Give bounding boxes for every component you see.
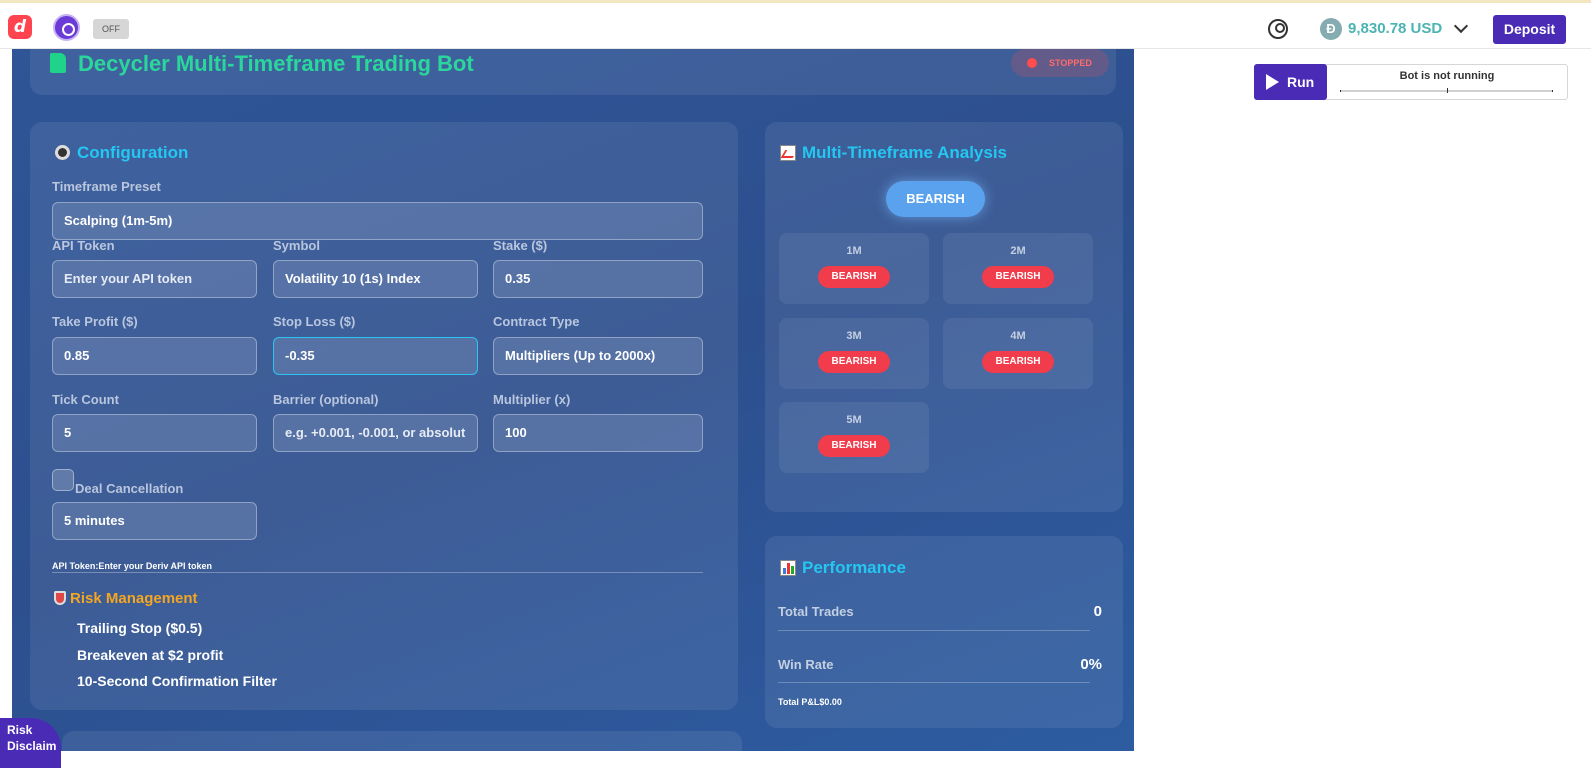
timeframe-card-2m: 2M BEARISH [943, 233, 1093, 304]
timeframe-label: 1M [846, 245, 862, 257]
tick-count-label: Tick Count [52, 392, 119, 407]
contract-type-select[interactable]: Multipliers (Up to 2000x) [493, 337, 703, 375]
api-token-input[interactable]: Enter your API token [52, 260, 257, 298]
bot-main-panel: Decycler Multi-Timeframe Trading Bot STO… [12, 49, 1134, 751]
multiplier-input[interactable]: 100 [493, 414, 703, 452]
symbol-select[interactable]: Volatility 10 (1s) Index [273, 260, 478, 298]
status-badge: STOPPED [1011, 49, 1109, 77]
timeframe-signal-badge: BEARISH [982, 266, 1054, 288]
timeframe-label: 3M [846, 330, 862, 342]
timeframe-card-5m: 5M BEARISH [779, 402, 929, 473]
bar-chart-icon [780, 560, 796, 576]
risk-item-confirmation-filter: 10-Second Confirmation Filter [77, 673, 277, 689]
chevron-down-icon[interactable] [1453, 18, 1469, 34]
timeframe-signal-badge: BEARISH [818, 266, 890, 288]
multiplier-label: Multiplier (x) [493, 392, 571, 407]
risk-item-trailing-stop: Trailing Stop ($0.5) [77, 620, 203, 636]
deriv-logo[interactable]: d [8, 15, 32, 39]
risk-item-breakeven: Breakeven at $2 profit [77, 647, 224, 663]
gear-icon [55, 145, 70, 160]
symbol-label: Symbol [273, 238, 320, 253]
configuration-title: Configuration [77, 143, 189, 162]
timeframe-preset-select[interactable]: Scalping (1m-5m) [52, 202, 703, 240]
barrier-label: Barrier (optional) [273, 392, 379, 407]
stake-label: Stake ($) [493, 238, 548, 253]
shield-icon [54, 591, 66, 605]
timeframe-card-4m: 4M BEARISH [943, 318, 1093, 389]
performance-divider [778, 630, 1090, 631]
performance-divider [778, 682, 1090, 683]
play-icon [1266, 74, 1279, 90]
timeframe-card-3m: 3M BEARISH [779, 318, 929, 389]
barrier-input[interactable]: e.g. +0.001, -0.001, or absolut [273, 414, 478, 452]
timeframe-preset-label: Timeframe Preset [52, 179, 161, 194]
deal-cancellation-checkbox[interactable] [52, 469, 74, 491]
win-rate-value: 0% [1080, 656, 1102, 673]
risk-disclaimer-button[interactable]: Risk Disclaim [0, 718, 61, 768]
run-progress-marker [1447, 88, 1448, 93]
timeframe-label: 4M [1010, 330, 1026, 342]
user-account-icon[interactable] [1268, 19, 1288, 39]
total-trades-label: Total Trades [778, 604, 854, 619]
tick-count-input[interactable]: 5 [52, 414, 257, 452]
top-navigation-bar: d OFF Đ 9,830.78 USD Deposit [0, 3, 1591, 49]
config-divider [52, 572, 703, 573]
timeframe-label: 5M [846, 414, 862, 426]
account-balance[interactable]: 9,830.78 USD [1348, 18, 1442, 40]
risk-management-title: Risk Management [70, 590, 198, 607]
deal-cancellation-select[interactable]: 5 minutes [52, 502, 257, 540]
multi-timeframe-title: Multi-Timeframe Analysis [802, 143, 1008, 162]
bot-run-status: Bot is not running [1399, 70, 1495, 82]
api-token-hint: API Token:Enter your Deriv API token [52, 561, 213, 571]
total-pl: Total P&L$0.00 [778, 697, 842, 707]
deal-cancellation-label: Deal Cancellation [75, 481, 184, 496]
api-token-label: API Token [52, 238, 115, 253]
timeframe-signal-badge: BEARISH [818, 351, 890, 373]
overall-trend-badge: BEARISH [886, 181, 985, 217]
deposit-button[interactable]: Deposit [1493, 15, 1566, 44]
stop-loss-label: Stop Loss ($) [273, 314, 356, 329]
performance-title: Performance [802, 558, 906, 577]
take-profit-input[interactable]: 0.85 [52, 337, 257, 375]
timeframe-signal-badge: BEARISH [982, 351, 1054, 373]
run-label: Run [1287, 74, 1315, 90]
run-button[interactable]: Run [1254, 64, 1327, 100]
win-rate-label: Win Rate [778, 657, 834, 672]
stake-input[interactable]: 0.35 [493, 260, 703, 298]
chart-icon [780, 145, 796, 161]
bot-icon [50, 53, 66, 73]
timeframe-signal-badge: BEARISH [818, 435, 890, 457]
bottom-card-edge [62, 731, 742, 751]
take-profit-label: Take Profit ($) [52, 314, 138, 329]
timeframe-label: 2M [1010, 245, 1026, 257]
bot-toggle-icon[interactable] [53, 14, 80, 41]
bot-toggle-state[interactable]: OFF [93, 19, 129, 39]
contract-type-label: Contract Type [493, 314, 580, 329]
status-dot-icon [1027, 58, 1037, 68]
stop-loss-input[interactable]: -0.35 [273, 337, 478, 375]
timeframe-card-1m: 1M BEARISH [779, 233, 929, 304]
total-trades-value: 0 [1093, 603, 1102, 620]
page-title: Decycler Multi-Timeframe Trading Bot [78, 51, 474, 76]
status-text: STOPPED [1049, 58, 1092, 68]
currency-icon: Đ [1320, 18, 1342, 40]
